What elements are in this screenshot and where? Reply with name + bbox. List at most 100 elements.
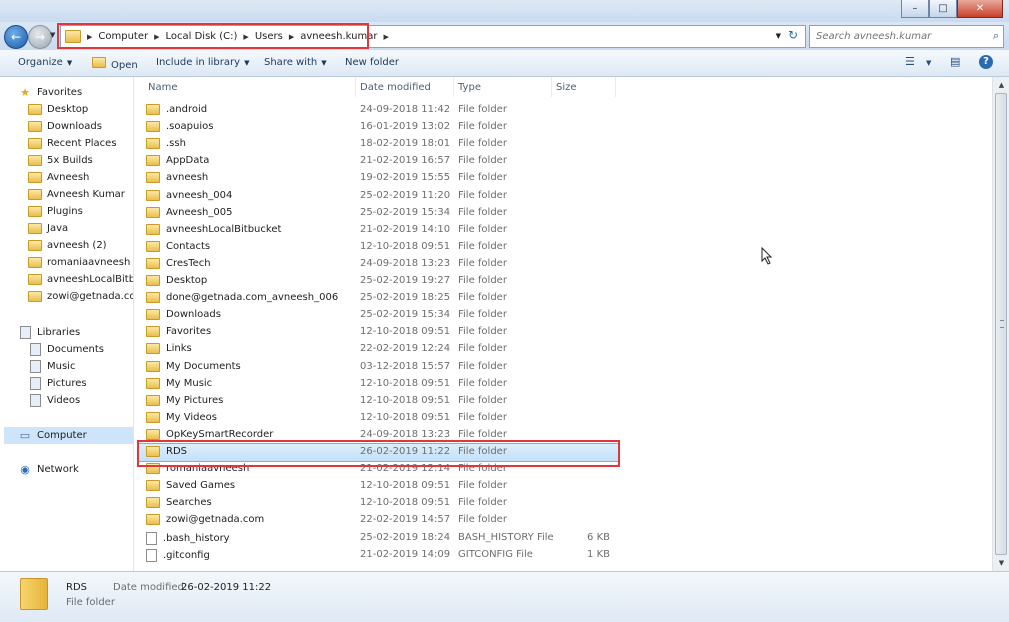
nav-favorite-item[interactable]: Plugins — [28, 203, 133, 220]
include-in-library-button[interactable]: Include in library ▼ — [156, 57, 249, 68]
file-date: 03-12-2018 15:57 — [360, 360, 451, 372]
folder-icon — [28, 240, 42, 252]
address-dropdown-icon[interactable]: ▼ — [776, 32, 781, 40]
nav-library-item[interactable]: Videos — [28, 392, 133, 409]
nav-favorite-item[interactable]: 5x Builds — [28, 152, 133, 169]
views-icon[interactable]: ☰ — [905, 55, 915, 68]
nav-favorite-item[interactable]: Java — [28, 220, 133, 237]
file-row[interactable]: Contacts 12-10-2018 09:51 File folder — [134, 239, 992, 256]
nav-favorite-item[interactable]: Avneesh — [28, 169, 133, 186]
breadcrumb-separator-icon[interactable]: ▶ — [152, 33, 161, 41]
file-row[interactable]: My Music 12-10-2018 09:51 File folder — [134, 376, 992, 393]
file-row[interactable]: Avneesh_005 25-02-2019 15:34 File folder — [134, 205, 992, 222]
file-row[interactable]: Saved Games 12-10-2018 09:51 File folder — [134, 478, 992, 495]
computer-icon: ▭ — [19, 429, 31, 442]
file-row[interactable]: .ssh 18-02-2019 18:01 File folder — [134, 136, 992, 153]
vertical-scrollbar[interactable]: ▲ ▼ — [992, 77, 1009, 571]
breadcrumb-avneesh-kumar[interactable]: avneesh.kumar — [296, 31, 381, 42]
refresh-icon[interactable]: ↻ — [785, 28, 801, 44]
file-row[interactable]: Desktop 25-02-2019 19:27 File folder — [134, 273, 992, 290]
breadcrumb-separator-icon[interactable]: ▶ — [287, 33, 296, 41]
column-header-type[interactable]: Type — [454, 77, 552, 97]
file-row[interactable]: Searches 12-10-2018 09:51 File folder — [134, 495, 992, 512]
open-button[interactable]: Open — [92, 57, 138, 71]
views-dropdown-icon[interactable]: ▼ — [926, 59, 931, 67]
file-row[interactable]: Downloads 25-02-2019 15:34 File folder — [134, 307, 992, 324]
file-row[interactable]: avneeshLocalBitbucket 21-02-2019 14:10 Fil… — [134, 222, 992, 239]
file-row[interactable]: OpKeySmartRecorder 24-09-2018 13:23 File f… — [134, 427, 992, 444]
file-row[interactable]: Links 22-02-2019 12:24 File folder — [134, 341, 992, 358]
column-header-size[interactable]: Size — [552, 77, 616, 97]
nav-network[interactable]: ◉ Network — [18, 461, 133, 478]
breadcrumb-separator-icon[interactable]: ▶ — [85, 33, 94, 41]
file-row[interactable]: My Pictures 12-10-2018 09:51 File folder — [134, 393, 992, 410]
library-icon — [28, 343, 42, 356]
nav-favorite-item[interactable]: avneeshLocalBitbuc — [28, 271, 133, 288]
breadcrumb-separator-icon[interactable]: ▶ — [241, 33, 250, 41]
file-row[interactable]: avneesh_004 25-02-2019 11:20 File folder — [134, 188, 992, 205]
file-name: Links — [166, 343, 192, 355]
nav-libraries[interactable]: Libraries — [18, 324, 133, 341]
preview-pane-icon[interactable]: ▤ — [950, 55, 960, 68]
breadcrumb-local-disk[interactable]: Local Disk (C:) — [162, 31, 242, 42]
scroll-down-icon[interactable]: ▼ — [993, 555, 1009, 571]
nav-computer[interactable]: ▭ Computer — [4, 427, 133, 444]
file-row[interactable]: .android 24-09-2018 11:42 File folder — [134, 102, 992, 119]
organize-button[interactable]: Organize ▼ — [18, 57, 72, 68]
file-row[interactable]: My Documents 03-12-2018 15:57 File folder — [134, 359, 992, 376]
maximize-button[interactable]: □ — [929, 0, 957, 18]
file-row[interactable]: My Videos 12-10-2018 09:51 File folder — [134, 410, 992, 427]
nav-favorite-item[interactable]: Avneesh Kumar — [28, 186, 133, 203]
recent-pages-dropdown-icon[interactable]: ▼ — [50, 31, 55, 39]
search-icon[interactable]: ⌕ — [993, 29, 999, 43]
breadcrumb-computer[interactable]: Computer — [94, 31, 152, 42]
search-input[interactable] — [814, 28, 983, 45]
nav-favorite-item[interactable]: Desktop — [28, 101, 133, 118]
breadcrumb-users[interactable]: Users — [251, 31, 287, 42]
file-row[interactable]: AppData 21-02-2019 16:57 File folder — [134, 153, 992, 170]
nav-favorite-label: Recent Places — [47, 138, 117, 149]
forward-button[interactable]: → — [28, 25, 52, 49]
nav-favorite-label: Avneesh Kumar — [47, 189, 125, 200]
nav-library-item[interactable]: Music — [28, 358, 133, 375]
file-row[interactable]: done@getnada.com_avneesh_006 25-02-2019 1… — [134, 290, 992, 307]
breadcrumb-separator-icon[interactable]: ▶ — [381, 33, 390, 41]
nav-favorite-item[interactable]: Downloads — [28, 118, 133, 135]
minimize-button[interactable]: – — [901, 0, 929, 18]
file-row[interactable]: .bash_history 25-02-2019 18:24 BASH_HISTOR… — [134, 530, 992, 547]
scroll-up-icon[interactable]: ▲ — [993, 77, 1009, 93]
folder-icon — [146, 240, 160, 252]
share-with-button[interactable]: Share with ▼ — [264, 57, 327, 68]
file-row[interactable]: CresTech 24-09-2018 13:23 File folder — [134, 256, 992, 273]
nav-favorite-item[interactable]: romaniaavneesh — [28, 254, 133, 271]
file-row[interactable]: RDS 26-02-2019 11:22 File folder — [137, 443, 619, 462]
folder-icon — [146, 480, 160, 492]
folder-icon — [28, 206, 42, 218]
nav-favorite-item[interactable]: zowi@getnada.com — [28, 288, 133, 305]
scrollbar-thumb[interactable] — [995, 93, 1007, 555]
nav-library-item[interactable]: Documents — [28, 341, 133, 358]
address-box[interactable]: ▶ Computer ▶ Local Disk (C:) ▶ Users ▶ a… — [60, 25, 806, 48]
folder-icon — [146, 172, 160, 184]
file-row[interactable]: zowi@getnada.com 22-02-2019 14:57 File fol… — [134, 512, 992, 529]
nav-library-label: Videos — [47, 395, 81, 406]
column-header-date-modified[interactable]: Date modified — [356, 77, 454, 97]
file-row[interactable]: Favorites 12-10-2018 09:51 File folder — [134, 324, 992, 341]
file-date: 21-02-2019 16:57 — [360, 155, 451, 167]
nav-favorites[interactable]: ★ Favorites — [18, 84, 133, 101]
column-header-name[interactable]: Name — [144, 77, 356, 97]
file-row[interactable]: .soapuios 16-01-2019 13:02 File folder — [134, 119, 992, 136]
file-row[interactable]: avneesh 19-02-2019 15:55 File folder — [134, 170, 992, 187]
file-row[interactable]: romaniaavneesh 21-02-2019 12:14 File folde… — [134, 461, 992, 478]
network-icon: ◉ — [20, 463, 30, 476]
search-box[interactable]: ⌕ — [809, 25, 1004, 48]
new-folder-button[interactable]: New folder — [345, 57, 399, 68]
back-button[interactable]: ← — [4, 25, 28, 49]
nav-favorite-item[interactable]: avneesh (2) — [28, 237, 133, 254]
close-button[interactable]: ✕ — [957, 0, 1003, 18]
details-modified-value: 26-02-2019 11:22 — [181, 582, 272, 593]
help-icon[interactable]: ? — [979, 55, 993, 69]
nav-favorite-item[interactable]: Recent Places — [28, 135, 133, 152]
file-row[interactable]: .gitconfig 21-02-2019 14:09 GITCONFIG File… — [134, 547, 992, 564]
nav-library-item[interactable]: Pictures — [28, 375, 133, 392]
